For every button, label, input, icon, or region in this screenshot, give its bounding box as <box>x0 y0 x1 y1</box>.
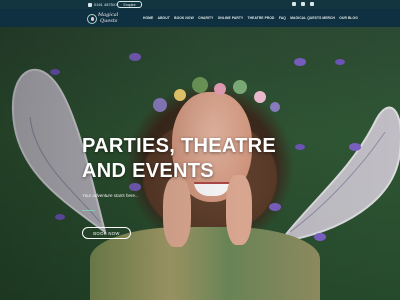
nav-item-online-party[interactable]: ONLINE PARTY <box>218 16 244 20</box>
nav-item-blog[interactable]: OUR BLOG <box>339 16 358 20</box>
youtube-icon[interactable] <box>310 2 314 6</box>
nav-item-about[interactable]: ABOUT <box>158 16 170 20</box>
book-now-button[interactable]: BOOK NOW <box>82 227 131 239</box>
hero-divider <box>82 210 95 212</box>
main-navigation: Magical Quests HOME ABOUT BOOK NOW CHARI… <box>0 9 400 27</box>
fairy-logo-icon <box>87 14 97 24</box>
nav-item-charity[interactable]: CHARITY <box>198 16 213 20</box>
hero-title-line2: AND EVENTS <box>82 160 214 182</box>
nav-item-merch[interactable]: MAGICAL QUESTS MERCH <box>290 16 335 20</box>
nav-item-theatre-prod[interactable]: THEATRE PROD <box>248 16 275 20</box>
hero-title-line1: PARTIES, THEATRE <box>82 135 277 157</box>
logo-text-line2: Quests <box>100 18 118 24</box>
phone-number: 0161 4875XX <box>94 2 119 7</box>
phone-icon <box>88 2 92 7</box>
nav-item-book-now[interactable]: BOOK NOW <box>174 16 194 20</box>
hero-banner: PARTIES, THEATRE AND EVENTS Your adventu… <box>0 27 400 300</box>
nav-item-faq[interactable]: FAQ <box>279 16 286 20</box>
enquire-button[interactable]: Enquire <box>117 1 142 8</box>
nav-menu: HOME ABOUT BOOK NOW CHARITY ONLINE PARTY… <box>143 16 358 20</box>
phone-contact[interactable]: 0161 4875XX <box>88 1 118 8</box>
social-links <box>292 2 314 6</box>
hero-subtitle: Your adventure starts here... <box>82 193 139 198</box>
top-bar: 0161 4875XX Enquire <box>0 0 400 9</box>
hero-title: PARTIES, THEATRE AND EVENTS <box>82 134 312 184</box>
nav-item-home[interactable]: HOME <box>143 16 153 20</box>
site-logo[interactable]: Magical Quests <box>84 11 120 26</box>
facebook-icon[interactable] <box>292 2 296 6</box>
instagram-icon[interactable] <box>301 2 305 6</box>
